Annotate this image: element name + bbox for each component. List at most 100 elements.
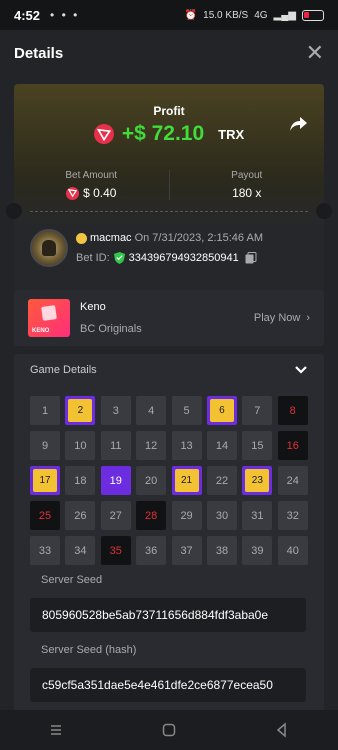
keno-cell: 22 [206, 466, 237, 495]
profit-label: Profit [153, 104, 185, 118]
bet-amount-value-row: $ 0.40 [14, 186, 169, 200]
details-header: Details ✕ [0, 30, 338, 76]
smiley-icon [76, 232, 87, 244]
keno-cell: 24 [277, 466, 308, 495]
details-content[interactable]: Profit +$ 72.10 TRX Bet Amount $ 0.40 Pa… [0, 76, 338, 710]
payout-col: Payout 180 x [170, 164, 325, 206]
game-info: Keno BC Originals [80, 301, 142, 335]
keno-cell-number: 2 [68, 399, 93, 422]
signal-label: 4G [254, 9, 268, 21]
home-icon[interactable] [161, 722, 177, 738]
keno-cell: 11 [100, 431, 131, 460]
notification-dots: • • • [50, 8, 80, 22]
battery-icon [302, 9, 324, 21]
keno-cell: 3 [100, 396, 131, 425]
keno-cell: 6 [206, 396, 237, 425]
game-details-title: Game Details [30, 364, 97, 376]
bet-timestamp: On 7/31/2023, 2:15:46 AM [134, 232, 263, 244]
keno-cell: 10 [65, 431, 96, 460]
server-seed-hash-field[interactable]: c59cf5a351dae5e4e461dfe2ce6877ecea50 [30, 668, 306, 702]
play-now-button[interactable]: Play Now › [254, 312, 310, 324]
server-seed-label: Server Seed [41, 574, 103, 586]
signal-icon: ▂▄▆ [273, 9, 296, 21]
player-row: macmac On 7/31/2023, 2:15:46 AM Bet ID: … [14, 216, 324, 280]
keno-cell: 1 [30, 396, 60, 425]
keno-cell-number: 6 [209, 399, 234, 422]
close-icon[interactable]: ✕ [306, 42, 324, 64]
profit-amount: +$ 72.10 [121, 122, 205, 145]
keno-cell: 32 [277, 501, 308, 530]
bet-amount-value: $ 0.40 [83, 186, 117, 200]
keno-thumbnail: KENO [28, 299, 70, 337]
keno-cell: 31 [242, 501, 273, 530]
keno-cell: 33 [30, 536, 60, 565]
keno-cell: 34 [65, 536, 96, 565]
keno-cell: 19 [100, 466, 131, 495]
keno-cell: 17 [30, 466, 60, 495]
keno-cell: 28 [136, 501, 167, 530]
game-provider: BC Originals [80, 323, 142, 335]
keno-cell: 16 [277, 431, 308, 460]
keno-cell: 18 [65, 466, 96, 495]
keno-cell: 36 [136, 536, 167, 565]
keno-cell: 27 [100, 501, 131, 530]
keno-cell: 4 [136, 396, 167, 425]
bet-id-line: Bet ID: 334396794932850941 [76, 252, 263, 264]
bet-id-label: Bet ID: [76, 252, 110, 264]
keno-cell: 9 [30, 431, 60, 460]
keno-cell: 30 [206, 501, 237, 530]
payout-value: 180 x [232, 186, 262, 200]
keno-cell: 13 [171, 431, 202, 460]
keno-cell: 23 [242, 466, 273, 495]
play-now-label: Play Now [253, 312, 301, 324]
status-time: 4:52 [14, 7, 41, 23]
keno-cell: 2 [65, 396, 96, 425]
bet-id-value: 334396794932850941 [128, 252, 239, 264]
copy-icon[interactable] [245, 252, 257, 264]
page-title: Details [14, 44, 64, 62]
trx-coin-icon [93, 124, 114, 144]
verified-shield-icon [113, 252, 125, 264]
bet-summary: Bet Amount $ 0.40 Payout 180 x [14, 164, 324, 206]
profit-currency: TRX [218, 126, 245, 142]
share-icon[interactable] [288, 114, 308, 134]
ticket-dashed-divider [30, 211, 308, 212]
bet-amount-col: Bet Amount $ 0.40 [14, 164, 169, 206]
bet-amount-label: Bet Amount [65, 170, 118, 181]
server-seed-hash-label: Server Seed (hash) [41, 644, 137, 656]
keno-logo-shape [41, 305, 57, 321]
keno-cell: 8 [277, 396, 308, 425]
back-icon[interactable] [274, 722, 290, 738]
game-name: Keno [80, 301, 106, 313]
keno-cell: 40 [277, 536, 308, 565]
keno-cell: 26 [65, 501, 96, 530]
keno-cell: 38 [206, 536, 237, 565]
recent-apps-icon[interactable] [48, 722, 64, 738]
keno-cell: 12 [136, 431, 167, 460]
keno-board: 1 2 3 4 5 6 7 8 9 10 11 12 13 14 15 16 17 18 19 20 21 22 23 24 2… [30, 396, 308, 565]
keno-cell: 39 [242, 536, 273, 565]
keno-cell-number: 17 [33, 469, 57, 492]
payout-label: Payout [231, 170, 263, 181]
keno-cell: 37 [171, 536, 202, 565]
alarm-icon: ⏰ [184, 9, 198, 21]
keno-cell: 29 [171, 501, 202, 530]
trx-coin-icon [66, 186, 80, 200]
system-nav-bar [0, 710, 338, 750]
game-details-panel: Game Details 1 2 3 4 5 6 7 8 9 10 11 12 13 14 15 16 17 18… [14, 354, 324, 710]
server-seed-field[interactable]: 805960528be5ab73711656d884fdf3aba0e [30, 598, 306, 632]
keno-cell: 7 [242, 396, 273, 425]
status-bar: 4:52 • • • ⏰ 15.0 KB/S 4G ▂▄▆ [0, 0, 338, 30]
player-line: macmac On 7/31/2023, 2:15:46 AM [76, 232, 263, 244]
avatar[interactable] [30, 229, 68, 267]
chevron-down-icon[interactable] [294, 363, 308, 377]
keno-cell: 25 [30, 501, 60, 530]
keno-cell: 35 [100, 536, 131, 565]
player-info: macmac On 7/31/2023, 2:15:46 AM Bet ID: … [76, 232, 263, 264]
player-name[interactable]: macmac [90, 232, 132, 244]
keno-cell: 5 [171, 396, 202, 425]
network-speed: 15.0 KB/S [203, 9, 249, 21]
game-details-header[interactable]: Game Details [14, 354, 324, 386]
keno-cell: 21 [171, 466, 202, 495]
game-card[interactable]: KENO Keno BC Originals Play Now › [14, 290, 324, 346]
